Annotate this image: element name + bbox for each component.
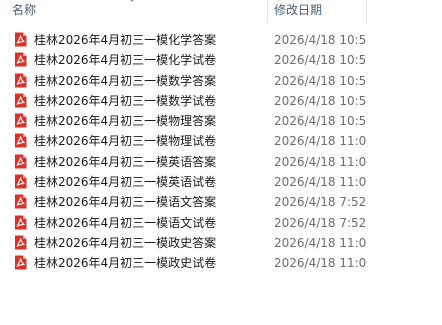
file-date-modified: 2026/4/18 11:02 — [274, 235, 366, 250]
file-row[interactable]: 桂林2026年4月初三一模政史答案 2026/4/18 11:02 — [0, 233, 442, 253]
file-name: 桂林2026年4月初三一模化学答案 — [34, 33, 217, 47]
file-row[interactable]: 桂林2026年4月初三一模语文答案 2026/4/18 7:52 — [0, 192, 442, 212]
file-row[interactable]: 桂林2026年4月初三一模物理试卷 2026/4/18 11:00 — [0, 131, 442, 151]
file-date-modified: 2026/4/18 11:00 — [274, 134, 366, 149]
file-date-modified: 2026/4/18 7:52 — [274, 215, 366, 230]
file-date-modified: 2026/4/18 10:57 — [274, 73, 366, 88]
file-date-modified: 2026/4/18 10:58 — [274, 93, 366, 108]
file-row[interactable]: 桂林2026年4月初三一模化学试卷 2026/4/18 10:57 — [0, 50, 442, 70]
column-divider[interactable] — [366, 0, 367, 24]
file-date-modified: 2026/4/18 10:59 — [274, 114, 366, 129]
file-date-modified: 2026/4/18 10:57 — [274, 53, 366, 68]
file-row[interactable]: 桂林2026年4月初三一模英语试卷 2026/4/18 11:01 — [0, 172, 442, 192]
file-date-modified: 2026/4/18 10:55 — [274, 33, 366, 47]
column-header-bar: 名称 修改日期 — [0, 0, 442, 24]
file-name: 桂林2026年4月初三一模数学试卷 — [34, 93, 217, 108]
file-name: 桂林2026年4月初三一模物理试卷 — [34, 134, 217, 149]
file-name: 桂林2026年4月初三一模语文试卷 — [34, 215, 217, 230]
pdf-icon — [14, 154, 27, 169]
file-name: 桂林2026年4月初三一模化学试卷 — [34, 53, 217, 68]
file-row[interactable]: 桂林2026年4月初三一模英语答案 2026/4/18 11:00 — [0, 152, 442, 172]
file-row[interactable]: 桂林2026年4月初三一模数学试卷 2026/4/18 10:58 — [0, 91, 442, 111]
pdf-icon — [14, 52, 27, 67]
file-name: 桂林2026年4月初三一模数学答案 — [34, 73, 217, 88]
pdf-icon — [14, 194, 27, 209]
pdf-icon — [14, 174, 27, 189]
file-row[interactable]: 桂林2026年4月初三一模物理答案 2026/4/18 10:59 — [0, 111, 442, 131]
pdf-icon — [14, 73, 27, 88]
sort-caret-icon — [128, 0, 136, 2]
file-name: 桂林2026年4月初三一模英语试卷 — [34, 175, 217, 190]
column-header-date-modified[interactable]: 修改日期 — [274, 2, 322, 18]
pdf-icon — [14, 32, 27, 47]
file-list: 桂林2026年4月初三一模化学答案 2026/4/18 10:55 桂林2026年4… — [0, 30, 442, 274]
column-header-name[interactable]: 名称 — [12, 2, 36, 18]
file-name: 桂林2026年4月初三一模英语答案 — [34, 154, 217, 169]
file-row[interactable]: 桂林2026年4月初三一模语文试卷 2026/4/18 7:52 — [0, 213, 442, 233]
pdf-icon — [14, 215, 27, 230]
file-row[interactable]: 桂林2026年4月初三一模数学答案 2026/4/18 10:57 — [0, 71, 442, 91]
pdf-icon — [14, 93, 27, 108]
file-name: 桂林2026年4月初三一模语文答案 — [34, 195, 217, 210]
file-row[interactable]: 桂林2026年4月初三一模政史试卷 2026/4/18 11:03 — [0, 253, 442, 273]
file-date-modified: 2026/4/18 11:01 — [274, 175, 366, 190]
file-name: 桂林2026年4月初三一模物理答案 — [34, 114, 217, 129]
file-date-modified: 2026/4/18 11:00 — [274, 154, 366, 169]
file-name: 桂林2026年4月初三一模政史试卷 — [34, 256, 217, 271]
pdf-icon — [14, 133, 27, 148]
column-divider[interactable] — [267, 0, 268, 24]
file-list-pane: 名称 修改日期 桂林2026年4月初三一模化学答案 2026/4/18 10:55… — [0, 0, 442, 325]
file-name: 桂林2026年4月初三一模政史答案 — [34, 235, 217, 250]
pdf-icon — [14, 113, 27, 128]
file-date-modified: 2026/4/18 11:03 — [274, 256, 366, 271]
pdf-icon — [14, 255, 27, 270]
file-row[interactable]: 桂林2026年4月初三一模化学答案 2026/4/18 10:55 — [0, 30, 442, 50]
file-date-modified: 2026/4/18 7:52 — [274, 195, 366, 210]
pdf-icon — [14, 235, 27, 250]
